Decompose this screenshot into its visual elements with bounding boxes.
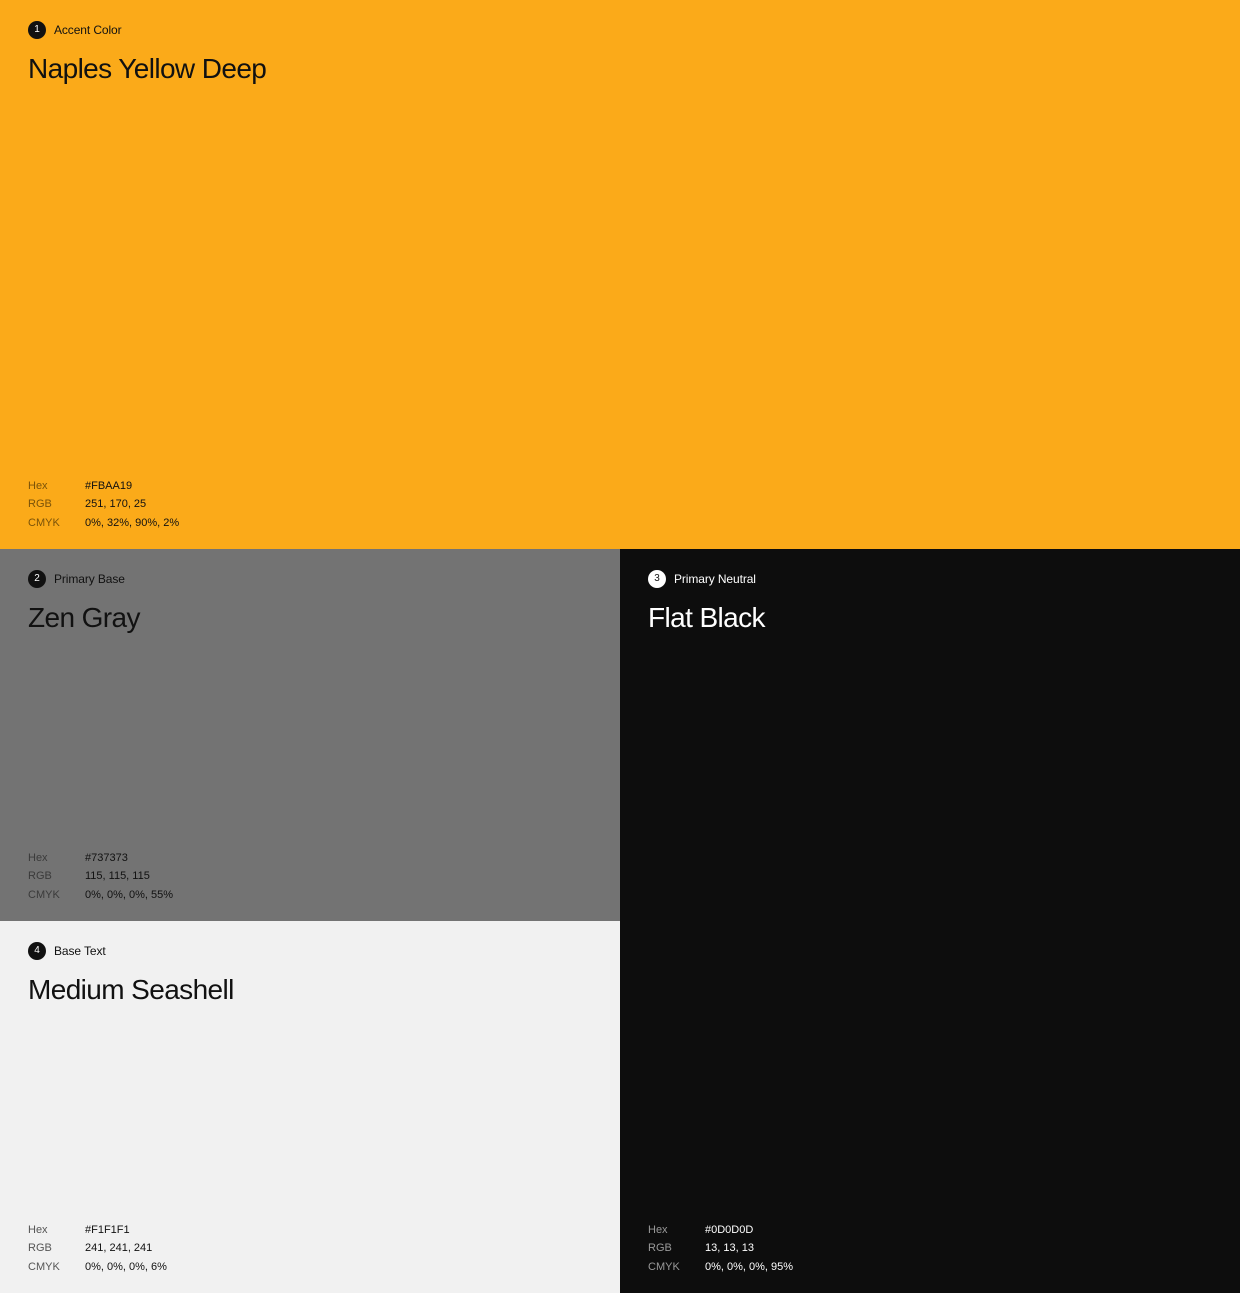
swatch-number-badge: 3 xyxy=(648,570,666,588)
swatch-number-badge: 1 xyxy=(28,21,46,39)
swatch-number-badge: 2 xyxy=(28,570,46,588)
swatch-name: Medium Seashell xyxy=(28,974,234,1005)
swatch-role: Primary Base xyxy=(54,572,125,586)
color-specs: Hex #F1F1F1 RGB 241, 241, 241 CMYK 0%, 0… xyxy=(28,1221,167,1277)
swatch-role: Base Text xyxy=(54,944,106,958)
swatch-number-badge: 4 xyxy=(28,942,46,960)
swatch-header: 3 Primary Neutral xyxy=(648,570,756,588)
hex-value: #0D0D0D xyxy=(705,1223,754,1236)
hex-label: Hex xyxy=(28,479,48,492)
swatch-zen-gray: 2 Primary Base Zen Gray Hex #737373 RGB … xyxy=(0,549,620,921)
swatch-name: Flat Black xyxy=(648,602,766,633)
cmyk-label: CMYK xyxy=(28,888,60,901)
rgb-value: 241, 241, 241 xyxy=(85,1242,153,1254)
rgb-label: RGB xyxy=(28,498,52,510)
cmyk-value: 0%, 32%, 90%, 2% xyxy=(85,516,180,529)
cmyk-label: CMYK xyxy=(28,516,60,529)
hex-value: #F1F1F1 xyxy=(85,1223,130,1236)
rgb-label: RGB xyxy=(648,1242,672,1254)
color-specs: Hex #0D0D0D RGB 13, 13, 13 CMYK 0%, 0%, … xyxy=(648,1221,793,1277)
hex-value: #737373 xyxy=(85,851,128,864)
hex-label: Hex xyxy=(28,1223,48,1236)
swatch-medium-seashell: 4 Base Text Medium Seashell Hex #F1F1F1 … xyxy=(0,921,620,1293)
swatch-name: Zen Gray xyxy=(28,602,141,633)
swatch-naples-yellow-deep: 1 Accent Color Naples Yellow Deep Hex #F… xyxy=(0,0,1240,549)
hex-label: Hex xyxy=(28,851,48,864)
swatch-role: Primary Neutral xyxy=(674,572,756,586)
swatch-header: 2 Primary Base xyxy=(28,570,125,588)
cmyk-label: CMYK xyxy=(648,1260,680,1273)
cmyk-value: 0%, 0%, 0%, 95% xyxy=(705,1260,794,1273)
swatch-role: Accent Color xyxy=(54,23,122,37)
hex-label: Hex xyxy=(648,1223,668,1236)
swatch-flat-black: 3 Primary Neutral Flat Black Hex #0D0D0D… xyxy=(620,549,1240,1293)
swatch-header: 1 Accent Color xyxy=(28,21,122,39)
rgb-value: 115, 115, 115 xyxy=(85,870,150,882)
color-specs: Hex #FBAA19 RGB 251, 170, 25 CMYK 0%, 32… xyxy=(28,477,179,533)
rgb-value: 13, 13, 13 xyxy=(705,1242,754,1254)
color-specs: Hex #737373 RGB 115, 115, 115 CMYK 0%, 0… xyxy=(28,849,173,905)
rgb-value: 251, 170, 25 xyxy=(85,498,147,510)
swatch-name: Naples Yellow Deep xyxy=(28,53,267,84)
cmyk-value: 0%, 0%, 0%, 6% xyxy=(85,1260,167,1273)
rgb-label: RGB xyxy=(28,870,52,882)
swatch-header: 4 Base Text xyxy=(28,942,106,960)
rgb-label: RGB xyxy=(28,1242,52,1254)
cmyk-value: 0%, 0%, 0%, 55% xyxy=(85,888,174,901)
hex-value: #FBAA19 xyxy=(85,479,133,492)
cmyk-label: CMYK xyxy=(28,1260,60,1273)
